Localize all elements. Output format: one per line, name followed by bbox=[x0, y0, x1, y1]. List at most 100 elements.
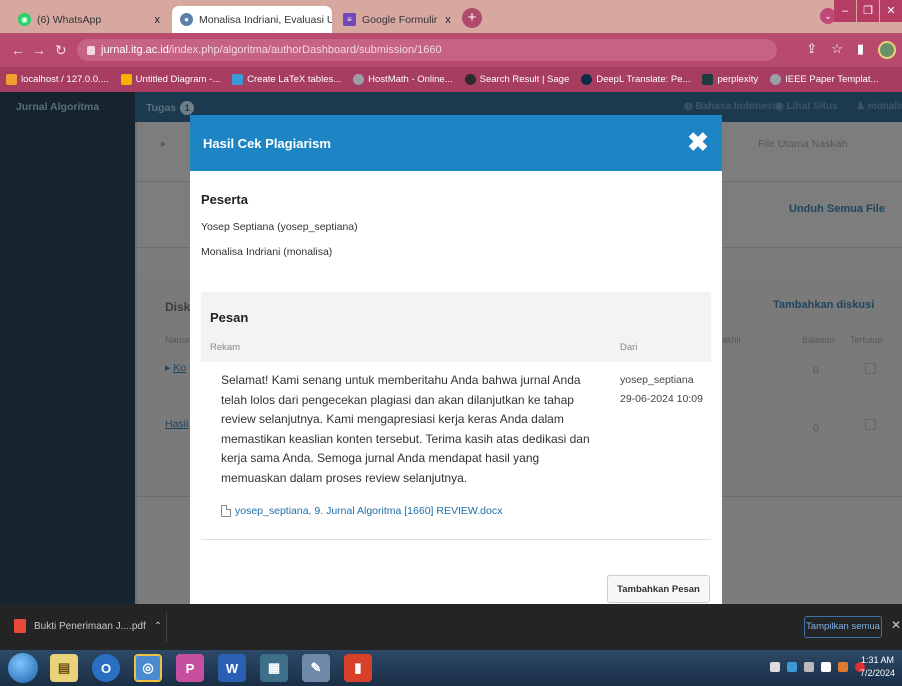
download-all-link[interactable]: Unduh Semua File bbox=[789, 203, 885, 215]
publisher-icon[interactable]: P bbox=[176, 654, 204, 682]
add-discussion-link[interactable]: Tambahkan diskusi bbox=[773, 299, 874, 311]
user-menu[interactable]: ♟ monalisa bbox=[856, 101, 902, 112]
tab-close-icon[interactable]: x bbox=[437, 14, 451, 26]
bookmark-item[interactable]: Create LaTeX tables... bbox=[232, 74, 341, 85]
bookmark-item[interactable]: perplexity bbox=[702, 74, 758, 85]
share-icon[interactable]: ⇪ bbox=[806, 41, 817, 59]
whatsapp-icon: ◉ bbox=[18, 13, 31, 26]
tray-icon[interactable] bbox=[770, 662, 780, 672]
expand-icon[interactable]: ▸ bbox=[161, 138, 166, 150]
col-name: Nama bbox=[165, 335, 190, 345]
tab-title: Google Formulir bbox=[362, 13, 438, 26]
bookmark-label: perplexity bbox=[717, 74, 759, 85]
deepl-icon bbox=[581, 74, 593, 85]
add-message-button[interactable]: Tambahkan Pesan bbox=[607, 575, 710, 603]
close-window-icon[interactable]: ✕ bbox=[880, 0, 902, 22]
closed-checkbox[interactable] bbox=[865, 363, 876, 374]
tab-whatsapp[interactable]: ◉ (6) WhatsApp x bbox=[10, 6, 168, 33]
url-input[interactable]: jurnal.itg.ac.id/index.php/algoritma/aut… bbox=[77, 39, 777, 61]
side-panel-icon[interactable]: ▮ bbox=[857, 41, 864, 59]
tasks-menu[interactable]: Tugas 1 bbox=[146, 101, 195, 115]
chrome-icon[interactable]: ◎ bbox=[134, 654, 162, 682]
bluetooth-icon[interactable] bbox=[821, 662, 831, 672]
eye-icon: ◉ bbox=[775, 101, 787, 112]
col-replies: Balasan bbox=[802, 335, 835, 345]
profile-avatar[interactable] bbox=[878, 41, 896, 59]
bookmark-item[interactable]: Search Result | Sage bbox=[464, 74, 569, 85]
bookmarks-bar: localhost / 127.0.0.... Untitled Diagram… bbox=[0, 67, 902, 92]
tab-google-forms[interactable]: ≡ Google Formulir x bbox=[335, 6, 457, 33]
show-all-button[interactable]: Tampilkan semua bbox=[804, 616, 882, 638]
modal-body: Peserta Yosep Septiana (yosep_septiana) … bbox=[190, 192, 722, 540]
bookmark-item[interactable]: IEEE Paper Templat... bbox=[770, 74, 878, 85]
user-icon: ♟ bbox=[856, 101, 868, 112]
window-controls: – ❐ ✕ bbox=[833, 0, 902, 24]
start-button[interactable] bbox=[8, 653, 38, 683]
attachment-link[interactable]: yosep_septiana, 9. Jurnal Algoritma [166… bbox=[221, 505, 502, 517]
google-forms-icon: ≡ bbox=[343, 13, 356, 26]
close-icon[interactable]: ✖ bbox=[686, 129, 710, 155]
app-icon[interactable]: ▦ bbox=[260, 654, 288, 682]
url-path: /index.php/algoritma/authorDashboard/sub… bbox=[168, 44, 442, 56]
sidebar bbox=[0, 92, 135, 604]
discussion-row-link[interactable]: Hasil bbox=[165, 418, 188, 430]
bookmark-label: HostMath - Online... bbox=[368, 74, 453, 85]
chevron-up-icon[interactable]: ⌃ bbox=[154, 621, 162, 632]
message-row: Selamat! Kami senang untuk memberitahu A… bbox=[201, 362, 711, 540]
new-tab-button[interactable]: + bbox=[462, 8, 482, 28]
discussion-row-link[interactable]: ▸ Ko bbox=[165, 362, 186, 374]
minimize-icon[interactable]: – bbox=[834, 0, 856, 22]
lock-icon bbox=[87, 45, 95, 55]
bookmark-item[interactable]: DeepL Translate: Pe... bbox=[581, 74, 690, 85]
divider bbox=[166, 612, 167, 642]
browser-tab-strip: ◉ (6) WhatsApp x ● Monalisa Indriani, Ev… bbox=[0, 0, 902, 33]
perplexity-icon bbox=[702, 74, 714, 85]
tray-icon[interactable] bbox=[787, 662, 797, 672]
reload-icon[interactable]: ↻ bbox=[55, 42, 67, 59]
bookmark-icon bbox=[120, 74, 132, 85]
attachment-name: yosep_septiana, 9. Jurnal Algoritma [166… bbox=[235, 505, 503, 517]
modal-header: Hasil Cek Plagiarism ✖ bbox=[190, 115, 722, 171]
pdf-icon bbox=[14, 619, 26, 633]
reply-count: 0 bbox=[813, 365, 819, 377]
word-icon[interactable]: W bbox=[218, 654, 246, 682]
tab-title: (6) WhatsApp bbox=[37, 13, 102, 26]
toolbar-right: ⇪ ☆ ▮ bbox=[806, 41, 896, 59]
globe-icon: ● bbox=[180, 13, 193, 26]
back-icon[interactable]: ← bbox=[11, 42, 25, 58]
download-item[interactable]: Bukti Penerimaan J....pdf ⌃ bbox=[14, 619, 162, 633]
discussion-title: Disk bbox=[165, 300, 191, 314]
file-type-label: File Utama Naskah bbox=[758, 138, 848, 150]
download-filename: Bukti Penerimaan J....pdf bbox=[34, 620, 146, 632]
tab-title: Monalisa Indriani, Evaluasi Usabi bbox=[199, 13, 332, 26]
volume-icon[interactable] bbox=[838, 662, 848, 672]
forward-icon[interactable]: → bbox=[32, 42, 46, 58]
messages-section: Pesan Rekam Dari Selamat! Kami senang un… bbox=[201, 292, 711, 540]
bookmark-item[interactable]: localhost / 127.0.0.... bbox=[6, 74, 109, 85]
tab-submission[interactable]: ● Monalisa Indriani, Evaluasi Usabi x bbox=[172, 6, 332, 33]
closed-checkbox[interactable] bbox=[865, 419, 876, 430]
view-site-link[interactable]: ◉ Lihat Situs bbox=[775, 101, 838, 112]
explorer-icon[interactable]: ▤ bbox=[50, 654, 78, 682]
journal-name[interactable]: Jurnal Algoritma bbox=[16, 101, 99, 113]
address-bar-row: ← → ↻ jurnal.itg.ac.id/index.php/algorit… bbox=[0, 33, 902, 67]
close-shelf-icon[interactable]: ✕ bbox=[891, 618, 901, 632]
paint-icon[interactable]: ✎ bbox=[302, 654, 330, 682]
bookmark-item[interactable]: Untitled Diagram -... bbox=[120, 74, 221, 85]
bookmark-label: IEEE Paper Templat... bbox=[785, 74, 879, 85]
maximize-icon[interactable]: ❐ bbox=[857, 0, 879, 22]
bookmark-star-icon[interactable]: ☆ bbox=[831, 41, 843, 59]
bookmark-label: localhost / 127.0.0.... bbox=[21, 74, 109, 85]
pdf-reader-icon[interactable]: ▮ bbox=[344, 654, 372, 682]
language-link[interactable]: ◍ Bahasa Indonesia bbox=[684, 101, 781, 112]
bookmark-item[interactable]: HostMath - Online... bbox=[353, 74, 453, 85]
col-from: Dari bbox=[620, 342, 638, 353]
bookmark-label: Untitled Diagram -... bbox=[135, 74, 221, 85]
tab-close-icon[interactable]: x bbox=[147, 14, 161, 26]
message-text: Selamat! Kami senang untuk memberitahu A… bbox=[221, 373, 590, 485]
opera-icon[interactable]: O bbox=[92, 654, 120, 682]
signal-icon[interactable] bbox=[804, 662, 814, 672]
bookmark-icon bbox=[232, 74, 244, 85]
clock[interactable]: 1:31 AM 7/2/2024 bbox=[860, 654, 895, 680]
download-shelf: Bukti Penerimaan J....pdf ⌃ Tampilkan se… bbox=[0, 604, 902, 650]
